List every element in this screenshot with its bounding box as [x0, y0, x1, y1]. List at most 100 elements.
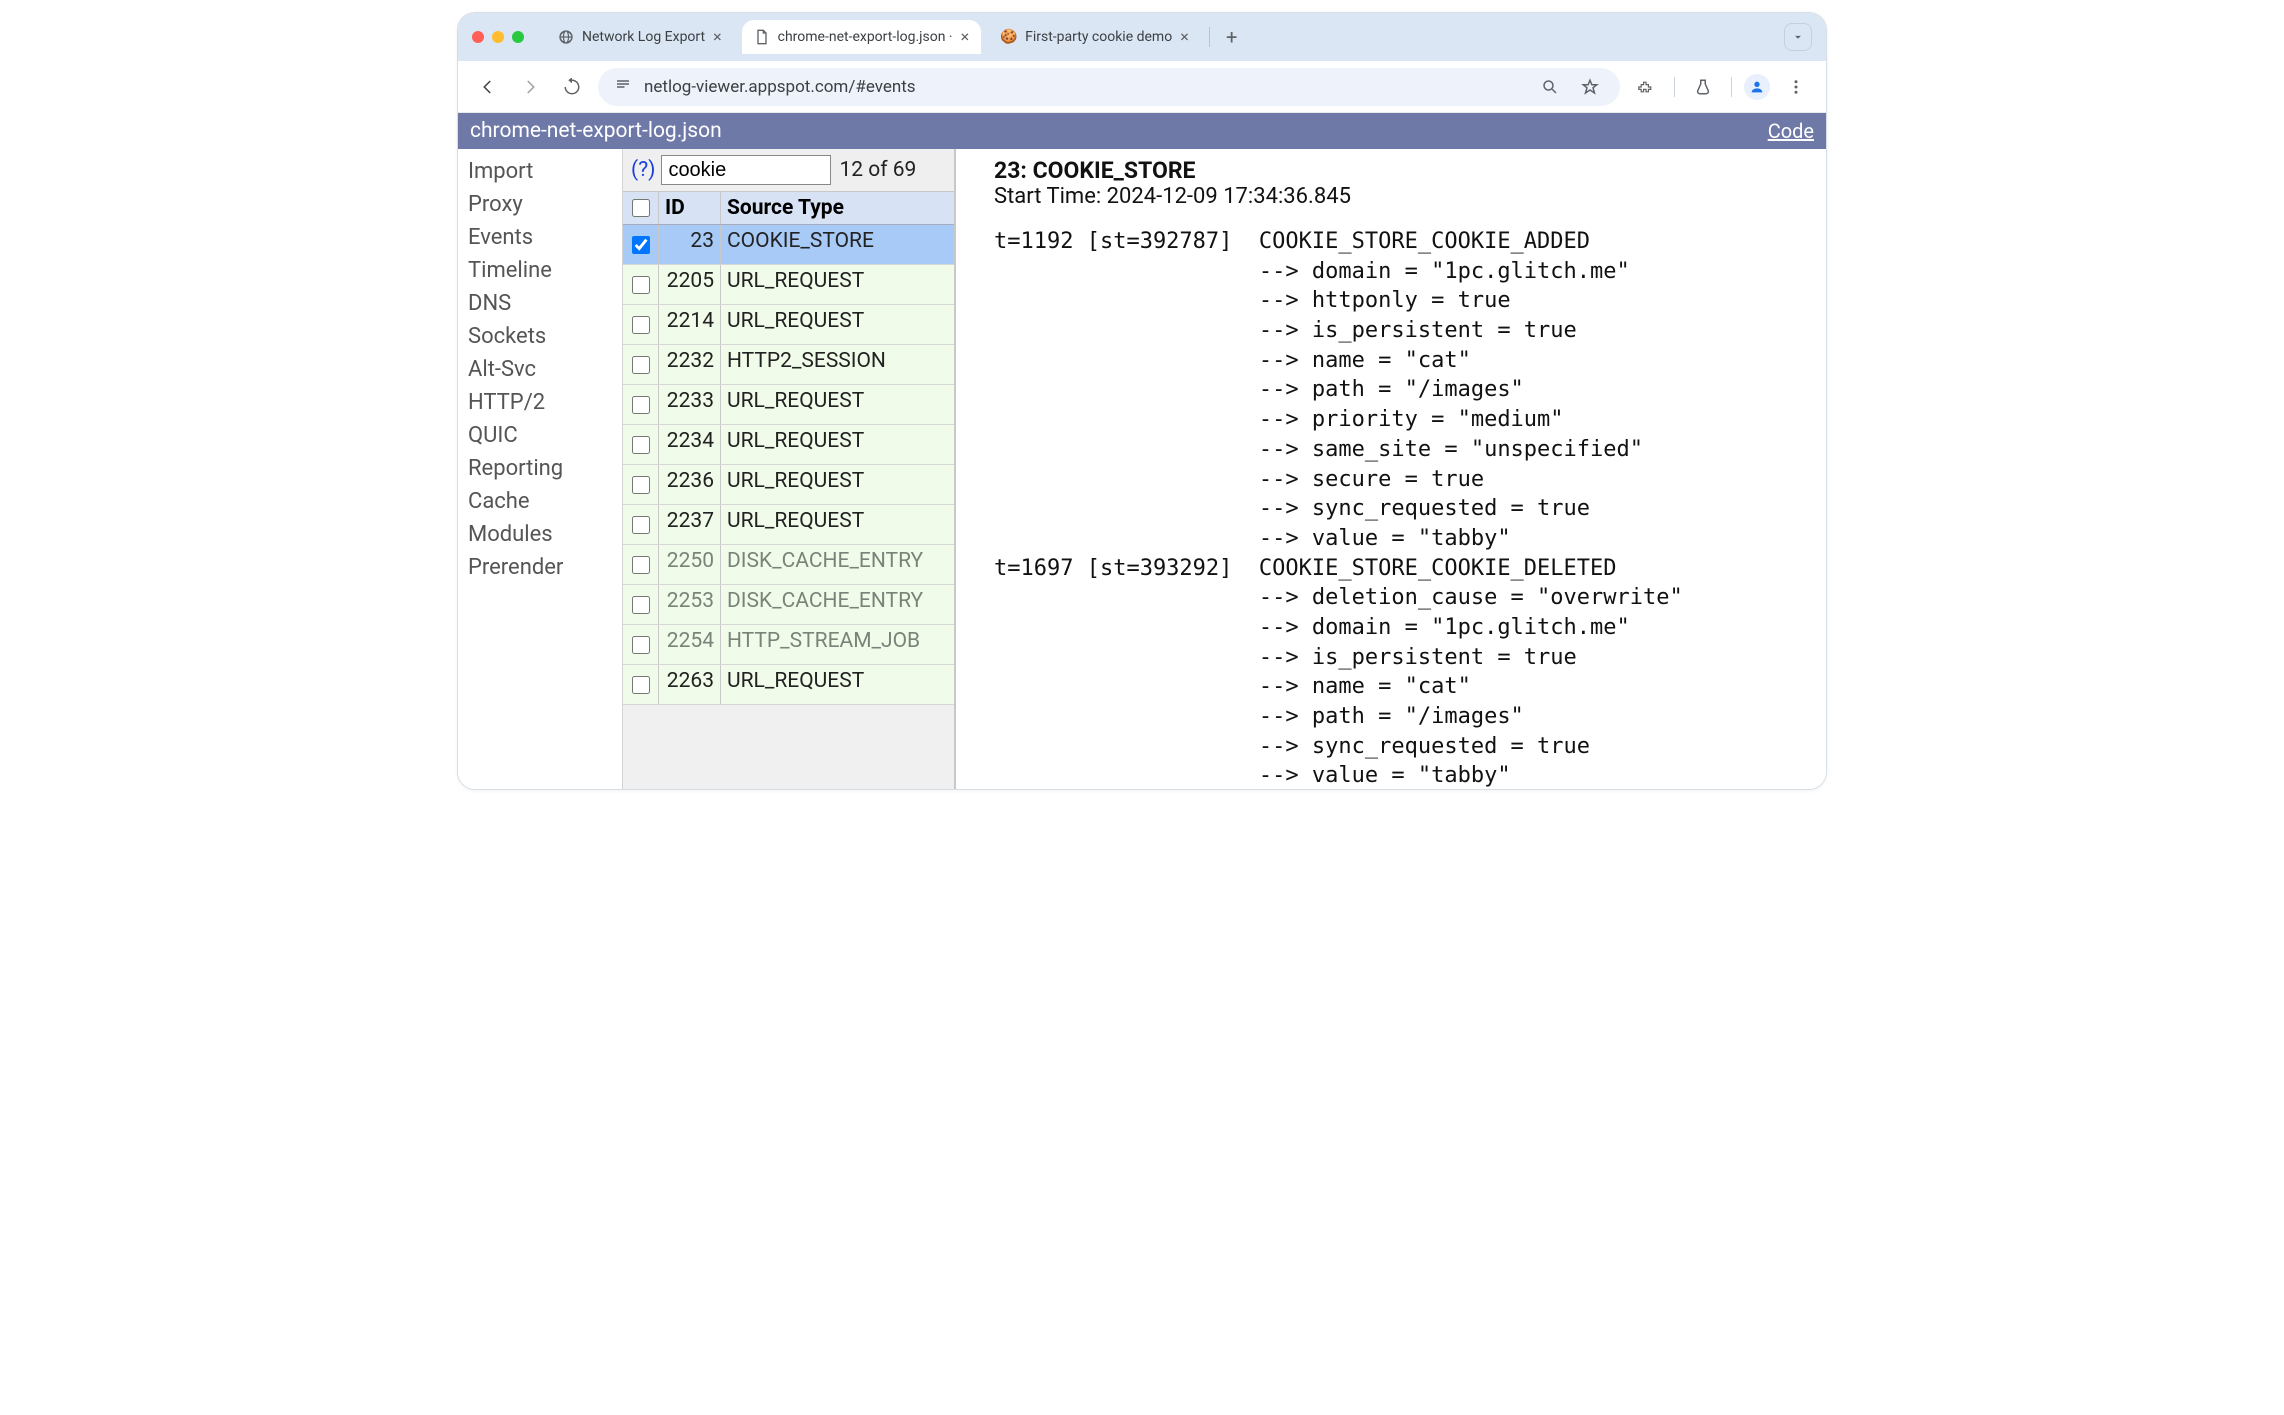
event-row[interactable]: 2237URL_REQUEST [623, 505, 954, 545]
event-type: DISK_CACHE_ENTRY [721, 585, 954, 624]
event-row[interactable]: 2205URL_REQUEST [623, 265, 954, 305]
extensions-icon[interactable] [1630, 71, 1662, 103]
event-checkbox[interactable] [632, 436, 650, 454]
sidenav-item-sockets[interactable]: Sockets [468, 320, 622, 353]
reload-button[interactable] [556, 71, 588, 103]
tab-network-log-export[interactable]: Network Log Export × [546, 20, 734, 54]
tab-cookie-demo[interactable]: 🍪 First-party cookie demo × [989, 20, 1201, 54]
zoom-icon[interactable] [1536, 73, 1564, 101]
bookmark-icon[interactable] [1576, 73, 1604, 101]
event-checkbox[interactable] [632, 396, 650, 414]
event-row[interactable]: 2234URL_REQUEST [623, 425, 954, 465]
labs-icon[interactable] [1687, 71, 1719, 103]
toolbar-separator [1731, 77, 1732, 97]
event-id: 2232 [659, 345, 721, 384]
event-type: COOKIE_STORE [721, 225, 954, 264]
url-text: netlog-viewer.appspot.com/#events [644, 77, 1516, 97]
tabs-menu-button[interactable] [1784, 23, 1812, 51]
event-id: 2263 [659, 665, 721, 704]
site-settings-icon[interactable] [614, 75, 632, 98]
profile-avatar[interactable] [1744, 74, 1770, 100]
event-id: 2236 [659, 465, 721, 504]
event-row[interactable]: 2214URL_REQUEST [623, 305, 954, 345]
event-type: URL_REQUEST [721, 265, 954, 304]
event-type: DISK_CACHE_ENTRY [721, 545, 954, 584]
event-type: URL_REQUEST [721, 385, 954, 424]
event-checkbox[interactable] [632, 676, 650, 694]
sidenav-item-cache[interactable]: Cache [468, 485, 622, 518]
event-type: HTTP_STREAM_JOB [721, 625, 954, 664]
sidenav-item-timeline[interactable]: Timeline [468, 254, 622, 287]
app-body: ImportProxyEventsTimelineDNSSocketsAlt-S… [458, 149, 1826, 789]
browser-toolbar: netlog-viewer.appspot.com/#events [458, 61, 1826, 113]
sidenav-item-reporting[interactable]: Reporting [468, 452, 622, 485]
filter-input[interactable] [661, 155, 831, 185]
event-row[interactable]: 2250DISK_CACHE_ENTRY [623, 545, 954, 585]
event-type: HTTP2_SESSION [721, 345, 954, 384]
select-all-checkbox[interactable] [632, 199, 650, 217]
event-type: URL_REQUEST [721, 505, 954, 544]
sidenav-item-http2[interactable]: HTTP/2 [468, 386, 622, 419]
event-row[interactable]: 2254HTTP_STREAM_JOB [623, 625, 954, 665]
event-row[interactable]: 2233URL_REQUEST [623, 385, 954, 425]
app-titlebar: chrome-net-export-log.json Code [458, 113, 1826, 149]
event-row[interactable]: 2232HTTP2_SESSION [623, 345, 954, 385]
event-id: 2250 [659, 545, 721, 584]
event-row[interactable]: 2263URL_REQUEST [623, 665, 954, 705]
omnibox-actions [1536, 73, 1604, 101]
minimize-window-button[interactable] [492, 31, 504, 43]
back-button[interactable] [472, 71, 504, 103]
event-checkbox[interactable] [632, 476, 650, 494]
event-checkbox[interactable] [632, 356, 650, 374]
sidenav-item-prerender[interactable]: Prerender [468, 551, 622, 584]
event-id: 2214 [659, 305, 721, 344]
event-row[interactable]: 2253DISK_CACHE_ENTRY [623, 585, 954, 625]
event-checkbox[interactable] [632, 276, 650, 294]
tab-netlog-viewer[interactable]: chrome-net-export-log.json · × [742, 20, 981, 54]
new-tab-button[interactable]: + [1218, 23, 1246, 51]
sidenav-item-import[interactable]: Import [468, 155, 622, 188]
sidenav-item-proxy[interactable]: Proxy [468, 188, 622, 221]
sidenav-item-events[interactable]: Events [468, 221, 622, 254]
tab-separator [1209, 27, 1210, 47]
details-header: 23: COOKIE_STORE [994, 157, 1814, 184]
close-tab-icon[interactable]: × [713, 29, 722, 45]
event-row[interactable]: 23COOKIE_STORE [623, 225, 954, 265]
kebab-menu-icon[interactable] [1780, 71, 1812, 103]
side-nav: ImportProxyEventsTimelineDNSSocketsAlt-S… [458, 149, 622, 789]
address-bar[interactable]: netlog-viewer.appspot.com/#events [598, 68, 1620, 106]
code-link[interactable]: Code [1768, 119, 1814, 143]
event-checkbox[interactable] [632, 236, 650, 254]
event-id: 2237 [659, 505, 721, 544]
browser-window: Network Log Export × chrome-net-export-l… [457, 12, 1827, 790]
event-checkbox[interactable] [632, 596, 650, 614]
maximize-window-button[interactable] [512, 31, 524, 43]
details-start-time: Start Time: 2024-12-09 17:34:36.845 [994, 184, 1814, 209]
event-checkbox[interactable] [632, 556, 650, 574]
event-type: URL_REQUEST [721, 305, 954, 344]
event-checkbox[interactable] [632, 316, 650, 334]
sidenav-item-quic[interactable]: QUIC [468, 419, 622, 452]
details-log: t=1192 [st=392787] COOKIE_STORE_COOKIE_A… [994, 227, 1814, 789]
event-type: URL_REQUEST [721, 425, 954, 464]
sidenav-item-modules[interactable]: Modules [468, 518, 622, 551]
tab-title: First-party cookie demo [1025, 29, 1172, 45]
close-window-button[interactable] [472, 31, 484, 43]
document-title: chrome-net-export-log.json [470, 119, 722, 143]
header-type: Source Type [721, 192, 954, 224]
event-row[interactable]: 2236URL_REQUEST [623, 465, 954, 505]
event-checkbox[interactable] [632, 636, 650, 654]
forward-button[interactable] [514, 71, 546, 103]
header-id: ID [659, 192, 721, 224]
tab-title: chrome-net-export-log.json · [778, 29, 953, 45]
file-icon [754, 29, 770, 45]
event-checkbox[interactable] [632, 516, 650, 534]
close-tab-icon[interactable]: × [1180, 29, 1189, 45]
toolbar-separator [1674, 77, 1675, 97]
filter-count: 12 of 69 [839, 158, 916, 182]
sidenav-item-altsvc[interactable]: Alt-Svc [468, 353, 622, 386]
filter-help-link[interactable]: (?) [631, 158, 655, 182]
close-tab-icon[interactable]: × [961, 29, 970, 45]
sidenav-item-dns[interactable]: DNS [468, 287, 622, 320]
events-table-header: ID Source Type [623, 192, 954, 225]
